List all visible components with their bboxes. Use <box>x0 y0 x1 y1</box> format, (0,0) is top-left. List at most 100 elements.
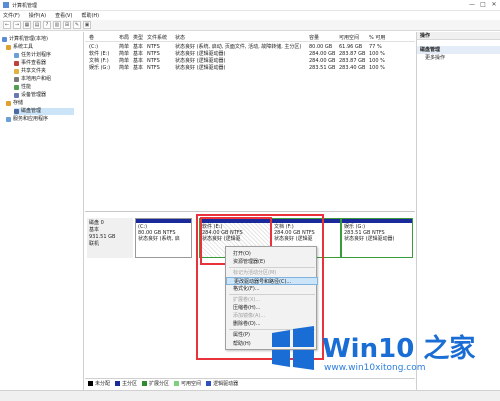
volume-list-header: 卷 布局 类型 文件系统 状态 容量 可用空间 % 可用 <box>85 35 415 42</box>
status-bar <box>0 390 500 401</box>
show-hide-tree-button[interactable]: ▦ <box>23 21 31 29</box>
volume-filesystem: NTFS <box>147 65 160 71</box>
volume-row[interactable]: 文档 (F:) 简单 基本 NTFS 状态良好 (逻辑驱动器) 284.00 G… <box>85 58 415 65</box>
actions-section-disk-management[interactable]: 磁盘管理 <box>417 46 500 54</box>
volume-status: 状态良好 (逻辑驱动器) <box>175 58 226 64</box>
toolbar: ← → ▦ ▤ ? ▥ ⊞ ✎ ▣ <box>0 20 500 31</box>
tree-item-computer-management[interactable]: 计算机管理(本地) <box>2 36 48 43</box>
close-button[interactable]: ✕ <box>490 1 498 9</box>
menu-file[interactable]: 文件(F) <box>3 12 20 19</box>
computer-icon <box>2 37 7 42</box>
tree-item-label: 事件查看器 <box>21 60 47 66</box>
device-icon <box>14 93 19 98</box>
volume-name: 娱乐 (G:) <box>89 65 111 71</box>
tree-item-shared-folders[interactable]: 共享文件夹 <box>14 68 46 75</box>
column-header-layout[interactable]: 布局 <box>119 35 129 42</box>
context-explore[interactable]: 资源管理器(E) <box>226 258 318 266</box>
context-change-drive-letter[interactable]: 更改驱动器号和路径(C)... <box>226 277 318 285</box>
storage-icon <box>6 101 11 106</box>
legend-swatch <box>206 380 212 386</box>
column-header-type[interactable]: 类型 <box>133 35 143 42</box>
volume-name: 文档 (F:) <box>89 58 109 64</box>
menu-action[interactable]: 操作(A) <box>29 12 46 19</box>
volume-type: 基本 <box>133 65 144 71</box>
disk-view-button[interactable]: ▥ <box>53 21 61 29</box>
tree-item-event-viewer[interactable]: 事件查看器 <box>14 60 46 67</box>
title-bar: 计算机管理 — □ ✕ <box>0 0 500 11</box>
grid-view-button[interactable]: ⊞ <box>63 21 71 29</box>
properties-button[interactable]: ▣ <box>83 21 91 29</box>
column-header-percent-free[interactable]: % 可用 <box>369 35 385 42</box>
volume-row[interactable]: (C:) 简单 基本 NTFS 状态良好 (系统, 启动, 页面文件, 活动, … <box>85 44 415 51</box>
menu-help[interactable]: 帮助(H) <box>81 12 99 19</box>
forward-button[interactable]: → <box>13 21 21 29</box>
volume-free: 283.87 GB <box>339 51 366 57</box>
column-header-capacity[interactable]: 容量 <box>309 35 319 42</box>
legend-label: 扩展分区 <box>149 380 170 387</box>
back-button[interactable]: ← <box>3 21 11 29</box>
legend-label: 主分区 <box>122 380 138 387</box>
volume-free: 283.87 GB <box>339 58 366 64</box>
volume-row[interactable]: 娱乐 (G:) 简单 基本 NTFS 状态良好 (逻辑驱动器) 283.51 G… <box>85 65 415 72</box>
legend-item: 未分配 <box>88 380 110 387</box>
legend-label: 未分配 <box>95 380 111 387</box>
tree-item-label: 磁盘管理 <box>21 108 42 114</box>
context-shrink-volume[interactable]: 压缩卷(H)... <box>226 304 318 312</box>
legend-swatch <box>88 380 93 386</box>
legend-swatch <box>142 380 148 386</box>
watermark-title: Win10 之家 <box>322 334 476 364</box>
volume-status: 状态良好 (逻辑驱动器) <box>175 65 226 71</box>
tree-item-label: 计算机管理(本地) <box>9 36 48 42</box>
disk-state: 联机 <box>89 241 100 247</box>
users-icon <box>14 77 19 82</box>
volume-filesystem: NTFS <box>147 51 160 57</box>
tree-item-label: 设备管理器 <box>21 92 47 98</box>
legend-item: 主分区 <box>115 380 137 387</box>
tree-item-storage[interactable]: 存储 <box>6 100 23 107</box>
column-header-filesystem[interactable]: 文件系统 <box>147 35 167 42</box>
partition-g[interactable]: 娱乐 (G:) 283.51 GB NTFS 状态良好 (逻辑驱动器) <box>341 218 413 258</box>
list-view-button[interactable]: ▤ <box>33 21 41 29</box>
volume-row[interactable]: 软件 (E:) 简单 基本 NTFS 状态良好 (逻辑驱动器) 284.00 G… <box>85 51 415 58</box>
volume-percent-free: 100 % <box>369 51 385 57</box>
legend-label: 可用空间 <box>181 380 202 387</box>
services-icon <box>6 117 11 122</box>
tree-item-task-scheduler[interactable]: 任务计划程序 <box>14 52 51 59</box>
tree-item-disk-management[interactable]: 磁盘管理 <box>14 108 74 115</box>
tree-item-local-users[interactable]: 本地用户和组 <box>14 76 51 83</box>
volume-capacity: 284.00 GB <box>309 58 336 64</box>
tree-item-label: 性能 <box>21 84 32 90</box>
tree-item-services-apps[interactable]: 服务和应用程序 <box>6 116 48 123</box>
menu-view[interactable]: 查看(V) <box>55 12 72 19</box>
tree-item-system-tools[interactable]: 系统工具 <box>6 44 33 51</box>
volume-capacity: 284.00 GB <box>309 51 336 57</box>
tree-item-performance[interactable]: 性能 <box>14 84 31 91</box>
more-actions-link[interactable]: 更多操作 <box>417 54 500 62</box>
volume-status: 状态良好 (逻辑驱动器) <box>175 51 226 57</box>
context-separator <box>229 294 315 295</box>
performance-icon <box>14 85 19 90</box>
partition-c[interactable]: (C:) 80.00 GB NTFS 状态良好 (系统, 启 <box>135 218 192 258</box>
context-format[interactable]: 格式化(F)... <box>226 285 318 293</box>
volume-layout: 简单 <box>119 44 130 50</box>
maximize-button[interactable]: □ <box>479 1 487 9</box>
column-header-volume[interactable]: 卷 <box>89 35 94 42</box>
legend-item: 扩展分区 <box>142 380 169 387</box>
context-extend-volume: 扩展卷(X)... <box>233 297 261 303</box>
help-button[interactable]: ? <box>43 21 51 29</box>
disk-0-label[interactable]: 磁盘 0 基本 931.51 GB 联机 <box>87 218 133 258</box>
column-header-status[interactable]: 状态 <box>175 35 185 42</box>
volume-filesystem: NTFS <box>147 44 160 50</box>
window-title: 计算机管理 <box>12 2 38 9</box>
watermark-url: www.win10xitong.com <box>324 363 426 373</box>
volume-name: 软件 (E:) <box>89 51 110 57</box>
column-header-free[interactable]: 可用空间 <box>339 35 359 42</box>
context-open[interactable]: 打开(O) <box>226 250 318 258</box>
legend-item: 逻辑驱动器 <box>206 380 238 387</box>
tree-item-device-manager[interactable]: 设备管理器 <box>14 92 46 99</box>
context-separator <box>229 267 315 268</box>
minimize-button[interactable]: — <box>468 1 476 9</box>
tree-item-label: 任务计划程序 <box>21 52 52 58</box>
edit-button[interactable]: ✎ <box>73 21 81 29</box>
windows-logo-icon <box>272 326 314 370</box>
